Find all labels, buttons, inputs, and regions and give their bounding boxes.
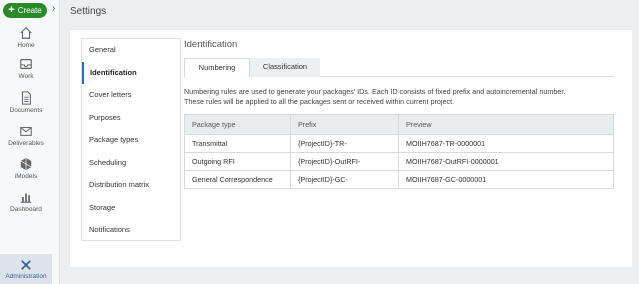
inbox-icon bbox=[20, 59, 32, 69]
collapse-rail-chevron-icon[interactable]: › bbox=[52, 3, 55, 14]
description-line-1: Numbering rules are used to generate you… bbox=[184, 87, 566, 96]
nav-label: Documents bbox=[9, 107, 43, 114]
cell-package-type: Outgoing RFI bbox=[184, 152, 291, 171]
create-button[interactable]: + Create bbox=[3, 3, 47, 18]
tab-classification[interactable]: Classification bbox=[250, 58, 320, 77]
cell-prefix: {ProjectID}-GC- bbox=[290, 170, 399, 189]
cell-preview: MOIIH7687-OutRFI-0000001 bbox=[398, 152, 614, 171]
administration-label: Administration bbox=[5, 272, 47, 280]
description-line-2: These rules will be applied to all the p… bbox=[184, 97, 455, 106]
cell-prefix: {ProjectID}-OutRFI- bbox=[290, 152, 399, 171]
create-label: Create bbox=[17, 6, 42, 15]
submenu-item-distribution-matrix[interactable]: Distribution matrix bbox=[82, 174, 180, 197]
cell-preview: MOIIH7687-GC-0000001 bbox=[398, 170, 614, 189]
plus-icon: + bbox=[8, 4, 15, 16]
column-header-preview[interactable]: Preview bbox=[398, 114, 614, 135]
cell-package-type: Transmittal bbox=[184, 134, 291, 153]
nav-item-administration[interactable]: Administration bbox=[0, 254, 52, 284]
nav-label: Home bbox=[17, 42, 35, 49]
cell-preview: MOIIH7687-TR-0000001 bbox=[398, 134, 614, 153]
nav-label: Work bbox=[18, 73, 34, 80]
tab-bar: Numbering Classification bbox=[184, 58, 614, 78]
submenu-item-scheduling[interactable]: Scheduling bbox=[82, 152, 180, 175]
page-title: Settings bbox=[70, 6, 107, 17]
envelope-icon bbox=[20, 126, 32, 136]
column-header-package-type[interactable]: Package type bbox=[184, 114, 291, 135]
section-title: Identification bbox=[184, 39, 238, 50]
column-header-prefix[interactable]: Prefix bbox=[290, 114, 399, 135]
submenu-item-cover-letters[interactable]: Cover letters bbox=[82, 84, 180, 107]
document-icon bbox=[21, 91, 31, 105]
imodel-icon bbox=[20, 157, 32, 171]
tab-numbering[interactable]: Numbering bbox=[184, 58, 250, 78]
submenu-item-package-types[interactable]: Package types bbox=[82, 129, 180, 152]
submenu-item-general[interactable]: General bbox=[82, 39, 180, 62]
nav-item-home[interactable]: Home bbox=[0, 26, 52, 49]
numbering-description: Numbering rules are used to generate you… bbox=[184, 87, 624, 107]
table-row[interactable]: Outgoing RFI {ProjectID}-OutRFI- MOIIH76… bbox=[184, 152, 614, 171]
submenu-item-storage[interactable]: Storage bbox=[82, 197, 180, 220]
nav-item-imodels[interactable]: iModels bbox=[0, 157, 52, 180]
table-row[interactable]: General Correspondence {ProjectID}-GC- M… bbox=[184, 170, 614, 189]
home-icon bbox=[20, 26, 32, 39]
cell-prefix: {ProjectID}-TR- bbox=[290, 134, 399, 153]
nav-item-dashboard[interactable]: Dashboard bbox=[0, 190, 52, 213]
chart-icon bbox=[20, 193, 32, 203]
submenu-item-purposes[interactable]: Purposes bbox=[82, 107, 180, 130]
nav-label: Dashboard bbox=[10, 206, 42, 213]
table-row[interactable]: Transmittal {ProjectID}-TR- MOIIH7687-TR… bbox=[184, 134, 614, 153]
nav-label: Deliverables bbox=[8, 140, 44, 147]
submenu-item-identification[interactable]: Identification bbox=[82, 61, 180, 84]
nav-item-deliverables[interactable]: Deliverables bbox=[0, 124, 52, 147]
table-header-row: Package type Prefix Preview bbox=[184, 114, 614, 135]
cell-package-type: General Correspondence bbox=[184, 170, 291, 189]
settings-submenu: General Identification Cover letters Pur… bbox=[81, 38, 181, 241]
left-rail: + Create Home Work Documents Deliverable… bbox=[0, 0, 60, 284]
submenu-item-notifications[interactable]: Notifications bbox=[82, 219, 180, 242]
numbering-rules-table: Package type Prefix Preview Transmittal … bbox=[184, 114, 614, 189]
tools-icon bbox=[21, 259, 31, 270]
nav-item-documents[interactable]: Documents bbox=[0, 91, 52, 114]
nav-label: iModels bbox=[14, 173, 38, 180]
nav-item-work[interactable]: Work bbox=[0, 57, 52, 80]
